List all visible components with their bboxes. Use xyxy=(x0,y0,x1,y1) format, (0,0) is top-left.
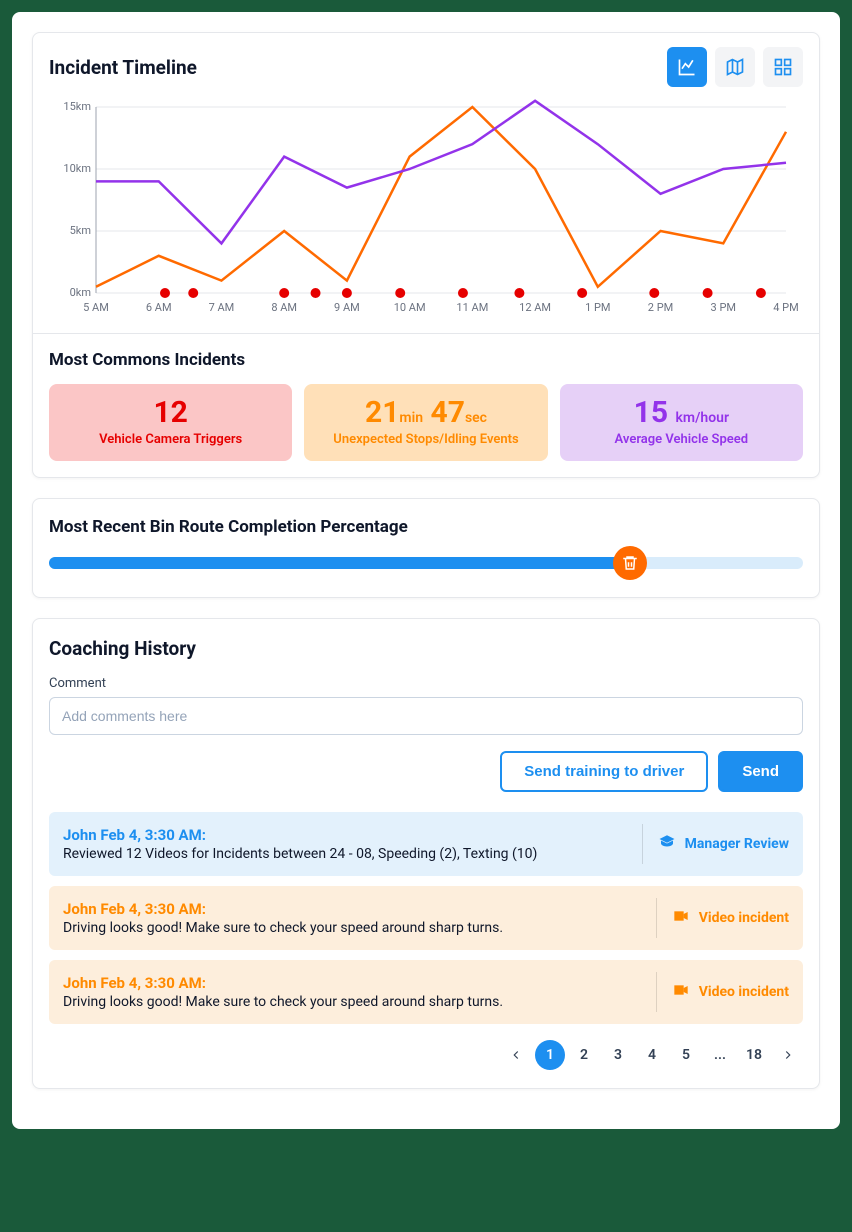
history-badge-group: Video incident xyxy=(656,898,789,938)
comment-input[interactable] xyxy=(49,697,803,735)
incident-cards: 12 Vehicle Camera Triggers 21min 47sec U… xyxy=(49,384,803,461)
svg-text:10 AM: 10 AM xyxy=(394,301,426,314)
svg-text:8 AM: 8 AM xyxy=(271,301,297,314)
svg-text:7 AM: 7 AM xyxy=(209,301,235,314)
video-camera-icon xyxy=(671,908,691,928)
incident-timeline-card: Incident Timeline 0km 5km 10km 15km 5 AM 6 AM… xyxy=(32,32,820,478)
incident-card-camera: 12 Vehicle Camera Triggers xyxy=(49,384,292,461)
history-author: John Feb 4, 3:30 AM: xyxy=(63,900,642,918)
incident-label: Average Vehicle Speed xyxy=(568,432,795,447)
history-content: John Feb 4, 3:30 AM: Reviewed 12 Videos … xyxy=(63,826,628,862)
view-grid-button[interactable] xyxy=(763,47,803,87)
pager-page-18[interactable]: 18 xyxy=(739,1040,769,1070)
history-badge-group: Video incident xyxy=(656,972,789,1012)
pager-page-1[interactable]: 1 xyxy=(535,1040,565,1070)
history-text: Driving looks good! Make sure to check y… xyxy=(63,994,642,1010)
coaching-card: Coaching History Comment Send training t… xyxy=(32,618,820,1089)
incidents-title: Most Commons Incidents xyxy=(49,350,803,370)
graduation-cap-icon xyxy=(657,833,677,855)
pager-next[interactable] xyxy=(773,1040,803,1070)
history-badge: Video incident xyxy=(699,984,789,1000)
app-root: Incident Timeline 0km 5km 10km 15km 5 AM 6 AM… xyxy=(12,12,840,1129)
history-badge: Video incident xyxy=(699,910,789,926)
chart-line-icon xyxy=(677,57,697,77)
incident-label: Unexpected Stops/Idling Events xyxy=(312,432,539,447)
trash-icon xyxy=(613,546,647,580)
send-training-button[interactable]: Send training to driver xyxy=(500,751,708,792)
incident-value: 12 xyxy=(57,398,284,428)
incident-card-speed: 15 km/hour Average Vehicle Speed xyxy=(560,384,803,461)
history-list: John Feb 4, 3:30 AM: Reviewed 12 Videos … xyxy=(49,812,803,1024)
svg-text:12 AM: 12 AM xyxy=(519,301,551,314)
chart-area: 0km 5km 10km 15km 5 AM 6 AM 7 AM 8 AM 9 AM 10 AM 1… xyxy=(33,97,819,333)
svg-text:1 PM: 1 PM xyxy=(585,301,610,314)
pager-ellipsis: ... xyxy=(705,1040,735,1070)
coaching-actions: Send training to driver Send xyxy=(49,751,803,792)
progress-title: Most Recent Bin Route Completion Percent… xyxy=(49,517,803,537)
history-content: John Feb 4, 3:30 AM: Driving looks good!… xyxy=(63,900,642,936)
svg-text:11 AM: 11 AM xyxy=(456,301,488,314)
svg-text:6 AM: 6 AM xyxy=(146,301,172,314)
svg-text:4 PM: 4 PM xyxy=(773,301,798,314)
send-button[interactable]: Send xyxy=(718,751,803,792)
history-content: John Feb 4, 3:30 AM: Driving looks good!… xyxy=(63,974,642,1010)
view-chart-button[interactable] xyxy=(667,47,707,87)
pager-page-3[interactable]: 3 xyxy=(603,1040,633,1070)
svg-text:5km: 5km xyxy=(70,224,91,237)
line-chart: 0km 5km 10km 15km 5 AM 6 AM 7 AM 8 AM 9 AM 10 AM 1… xyxy=(49,97,803,317)
pager: 12345...18 xyxy=(49,1040,803,1070)
coaching-title: Coaching History xyxy=(49,637,803,660)
history-text: Reviewed 12 Videos for Incidents between… xyxy=(63,846,628,862)
history-item[interactable]: John Feb 4, 3:30 AM: Driving looks good!… xyxy=(49,960,803,1024)
view-switch xyxy=(667,47,803,87)
comment-label: Comment xyxy=(49,676,803,691)
svg-text:9 AM: 9 AM xyxy=(334,301,360,314)
incident-value: 21min 47sec xyxy=(312,398,539,428)
pager-page-4[interactable]: 4 xyxy=(637,1040,667,1070)
history-item[interactable]: John Feb 4, 3:30 AM: Reviewed 12 Videos … xyxy=(49,812,803,876)
progress-bar xyxy=(49,557,803,569)
timeline-title: Incident Timeline xyxy=(49,56,197,79)
timeline-header: Incident Timeline xyxy=(33,33,819,97)
incident-value: 15 km/hour xyxy=(568,398,795,428)
video-camera-icon xyxy=(671,982,691,1002)
svg-text:5 AM: 5 AM xyxy=(83,301,109,314)
incident-label: Vehicle Camera Triggers xyxy=(57,432,284,447)
progress-fill xyxy=(49,557,630,569)
pager-page-2[interactable]: 2 xyxy=(569,1040,599,1070)
svg-text:3 PM: 3 PM xyxy=(711,301,736,314)
svg-text:2 PM: 2 PM xyxy=(648,301,673,314)
history-badge: Manager Review xyxy=(685,836,789,852)
incident-card-stops: 21min 47sec Unexpected Stops/Idling Even… xyxy=(304,384,547,461)
history-text: Driving looks good! Make sure to check y… xyxy=(63,920,642,936)
most-common-incidents: Most Commons Incidents 12 Vehicle Camera… xyxy=(33,333,819,477)
svg-text:0km: 0km xyxy=(70,286,91,299)
svg-text:15km: 15km xyxy=(63,100,91,113)
map-icon xyxy=(725,57,745,77)
pager-prev[interactable] xyxy=(501,1040,531,1070)
history-author: John Feb 4, 3:30 AM: xyxy=(63,974,642,992)
view-map-button[interactable] xyxy=(715,47,755,87)
svg-text:10km: 10km xyxy=(63,162,91,175)
history-item[interactable]: John Feb 4, 3:30 AM: Driving looks good!… xyxy=(49,886,803,950)
history-author: John Feb 4, 3:30 AM: xyxy=(63,826,628,844)
pager-page-5[interactable]: 5 xyxy=(671,1040,701,1070)
progress-card: Most Recent Bin Route Completion Percent… xyxy=(32,498,820,598)
history-badge-group: Manager Review xyxy=(642,824,789,864)
grid-icon xyxy=(773,57,793,77)
